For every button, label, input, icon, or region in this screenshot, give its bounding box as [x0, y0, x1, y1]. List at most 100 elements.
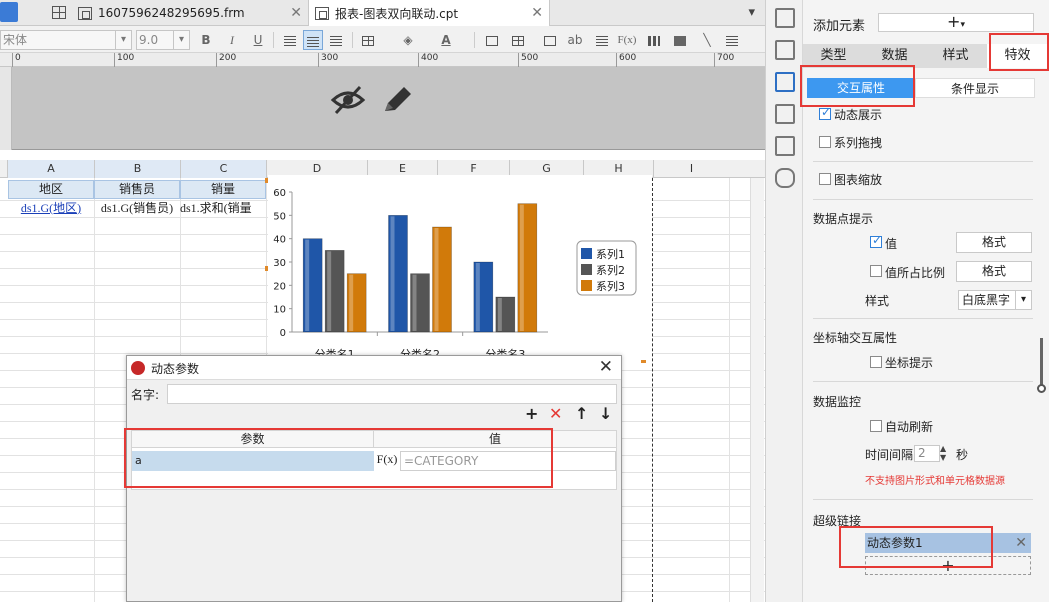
- insert-text-button[interactable]: ab: [565, 30, 585, 50]
- chart-zoom-checkbox[interactable]: [819, 173, 831, 185]
- column-header[interactable]: A: [7, 160, 94, 178]
- border-button[interactable]: [358, 30, 378, 50]
- move-up-button[interactable]: ↑: [575, 404, 588, 423]
- close-icon[interactable]: ✕: [599, 357, 613, 377]
- column-header[interactable]: I: [653, 160, 729, 178]
- y-tick-label: 40: [273, 235, 286, 246]
- dialog-title-bar[interactable]: 动态参数 ✕: [127, 356, 621, 380]
- text-cell-icon: [544, 35, 556, 46]
- series-drag-checkbox[interactable]: [819, 136, 831, 148]
- tooltip-style-select[interactable]: 白底黑字 ▾: [958, 290, 1032, 310]
- column-header[interactable]: B: [94, 160, 180, 178]
- tab-effects[interactable]: 特效: [987, 44, 1048, 68]
- stepper-down-icon[interactable]: ▼: [940, 453, 952, 462]
- add-param-button[interactable]: +: [525, 404, 538, 423]
- data-cell-sales[interactable]: ds1.求和(销量: [180, 200, 266, 217]
- bold-button[interactable]: B: [196, 30, 216, 50]
- split-icon: [512, 35, 524, 46]
- cell-attribute-icon[interactable]: [775, 8, 795, 28]
- close-tab-icon[interactable]: ✕: [290, 5, 302, 21]
- font-color-button[interactable]: A: [436, 30, 456, 50]
- series-drag-label: 系列拖拽: [834, 136, 883, 150]
- auto-refresh-checkbox[interactable]: [870, 420, 882, 432]
- header-cell-region[interactable]: 地区: [8, 180, 94, 199]
- axis-tip-label: 坐标提示: [885, 356, 934, 370]
- stepper-up-icon[interactable]: ▲: [940, 444, 952, 453]
- column-header[interactable]: C: [180, 160, 266, 178]
- move-down-button[interactable]: ↓: [599, 404, 612, 423]
- tab-data[interactable]: 数据: [864, 44, 925, 68]
- edit-pencil-icon[interactable]: [380, 84, 414, 116]
- text-cell-button[interactable]: [540, 30, 560, 50]
- float-element-icon[interactable]: [775, 40, 795, 60]
- align-right-button[interactable]: [326, 30, 346, 50]
- bar-highlight: [434, 228, 439, 331]
- insert-subreport-button[interactable]: [722, 30, 742, 50]
- ratio-format-button[interactable]: 格式: [956, 261, 1032, 282]
- underline-button[interactable]: U: [248, 30, 268, 50]
- interval-stepper[interactable]: ▲ ▼: [940, 444, 952, 463]
- hide-eye-icon[interactable]: [330, 84, 366, 116]
- data-cell-region[interactable]: ds1.G(地区): [8, 200, 94, 217]
- hyperlink-icon[interactable]: [775, 168, 795, 188]
- insert-formula-button[interactable]: F(x): [617, 30, 637, 50]
- hyperlink-section-title: 超级链接: [813, 514, 862, 528]
- subtab-interaction[interactable]: 交互属性: [807, 78, 915, 98]
- delete-param-button[interactable]: ✕: [549, 404, 562, 423]
- y-tick-label: 30: [273, 258, 286, 269]
- param-value-input[interactable]: =CATEGORY: [400, 451, 616, 471]
- italic-button[interactable]: I: [222, 30, 242, 50]
- tab-type[interactable]: 类型: [803, 44, 864, 68]
- hyperlink-item[interactable]: 动态参数1 ✕: [865, 533, 1031, 553]
- chart-attribute-icon[interactable]: [775, 72, 795, 92]
- header-cell-sales[interactable]: 销量: [180, 180, 266, 199]
- tab-menu-icon[interactable]: ▾: [748, 5, 755, 20]
- tab-cpt-file[interactable]: 报表-图表双向联动.cpt ✕: [308, 0, 550, 26]
- widget-setting-icon[interactable]: [775, 104, 795, 124]
- tooltip-section-title: 数据点提示: [813, 212, 874, 226]
- add-element-button[interactable]: +▾: [878, 13, 1034, 32]
- y-tick-label: 60: [273, 188, 286, 199]
- interval-unit: 秒: [956, 448, 969, 462]
- data-cell-salesperson[interactable]: ds1.G(销售员): [94, 200, 180, 217]
- bar-chart[interactable]: 0102030405060分类名1 分类名2 分类名3系列1系列2系列3: [268, 175, 652, 360]
- split-button[interactable]: [508, 30, 528, 50]
- insert-image-button[interactable]: [670, 30, 690, 50]
- align-left-button[interactable]: [280, 30, 300, 50]
- name-input[interactable]: [167, 384, 617, 404]
- tooltip-value-checkbox[interactable]: [870, 233, 882, 248]
- insert-rich-text-button[interactable]: [592, 30, 612, 50]
- chevron-down-icon: ▾: [115, 31, 131, 49]
- value-format-button[interactable]: 格式: [956, 232, 1032, 253]
- grid-icon[interactable]: [52, 6, 66, 19]
- subtab-condition-display[interactable]: 条件显示: [915, 78, 1035, 98]
- axis-tip-checkbox[interactable]: [870, 356, 882, 368]
- add-element-label: 添加元素: [813, 19, 866, 34]
- y-tick-label: 0: [280, 328, 286, 339]
- tooltip-ratio-checkbox[interactable]: [870, 265, 882, 277]
- fill-color-button[interactable]: ◈: [398, 30, 418, 50]
- align-center-button[interactable]: [303, 30, 323, 50]
- interval-input[interactable]: 2: [914, 445, 940, 462]
- header-cell-salesperson[interactable]: 销售员: [94, 180, 180, 199]
- insert-slash-button[interactable]: ╲: [697, 30, 717, 50]
- vertical-scrollbar[interactable]: [750, 178, 764, 602]
- font-name-select[interactable]: 宋体 ▾: [0, 30, 132, 50]
- formula-button[interactable]: F(x): [376, 450, 398, 472]
- close-tab-icon[interactable]: ✕: [531, 5, 543, 21]
- tab-frm-file[interactable]: 1607596248295695.frm ✕: [72, 0, 308, 26]
- merge-button[interactable]: [482, 30, 502, 50]
- tab-style[interactable]: 样式: [925, 44, 986, 68]
- dynamic-show-checkbox[interactable]: [819, 105, 831, 120]
- condition-attribute-icon[interactable]: [775, 136, 795, 156]
- legend-label: 系列2: [596, 263, 625, 277]
- remove-hyperlink-icon[interactable]: ✕: [1015, 533, 1027, 553]
- insert-chart-button[interactable]: [644, 30, 664, 50]
- param-name-cell[interactable]: a: [132, 451, 374, 471]
- bar-highlight: [497, 298, 502, 331]
- tooltip-style-label: 样式: [865, 294, 890, 308]
- page-break-line: [652, 178, 653, 602]
- add-hyperlink-button[interactable]: +: [865, 556, 1031, 575]
- bar-highlight: [519, 204, 524, 331]
- font-size-select[interactable]: 9.0 ▾: [136, 30, 190, 50]
